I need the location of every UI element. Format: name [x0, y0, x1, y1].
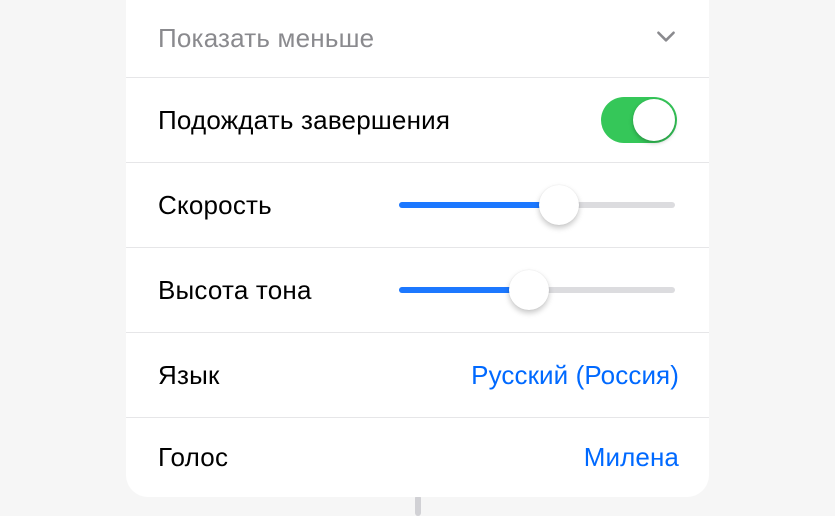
- chevron-down-icon: [653, 23, 679, 54]
- pitch-slider[interactable]: [399, 287, 675, 293]
- voice-row[interactable]: Голос Милена: [126, 417, 709, 497]
- pitch-label: Высота тона: [158, 275, 312, 306]
- slider-thumb[interactable]: [509, 270, 549, 310]
- collapse-label: Показать меньше: [158, 23, 374, 54]
- wait-completion-toggle[interactable]: [601, 97, 677, 143]
- slider-fill: [399, 202, 559, 208]
- voice-label: Голос: [158, 442, 228, 473]
- speed-label: Скорость: [158, 190, 272, 221]
- language-value: Русский (Россия): [471, 360, 679, 391]
- language-label: Язык: [158, 360, 220, 391]
- pitch-row: Высота тона: [126, 247, 709, 332]
- slider-track: [399, 202, 675, 208]
- collapse-row[interactable]: Показать меньше: [126, 0, 709, 77]
- flow-connector: [415, 495, 421, 516]
- wait-completion-label: Подождать завершения: [158, 105, 450, 136]
- voice-value: Милена: [584, 442, 679, 473]
- speed-slider[interactable]: [399, 202, 675, 208]
- speed-row: Скорость: [126, 162, 709, 247]
- language-row[interactable]: Язык Русский (Россия): [126, 332, 709, 417]
- toggle-knob: [633, 99, 675, 141]
- wait-completion-row: Подождать завершения: [126, 77, 709, 162]
- settings-card: Показать меньше Подождать завершения Ско…: [126, 0, 709, 497]
- slider-thumb[interactable]: [539, 185, 579, 225]
